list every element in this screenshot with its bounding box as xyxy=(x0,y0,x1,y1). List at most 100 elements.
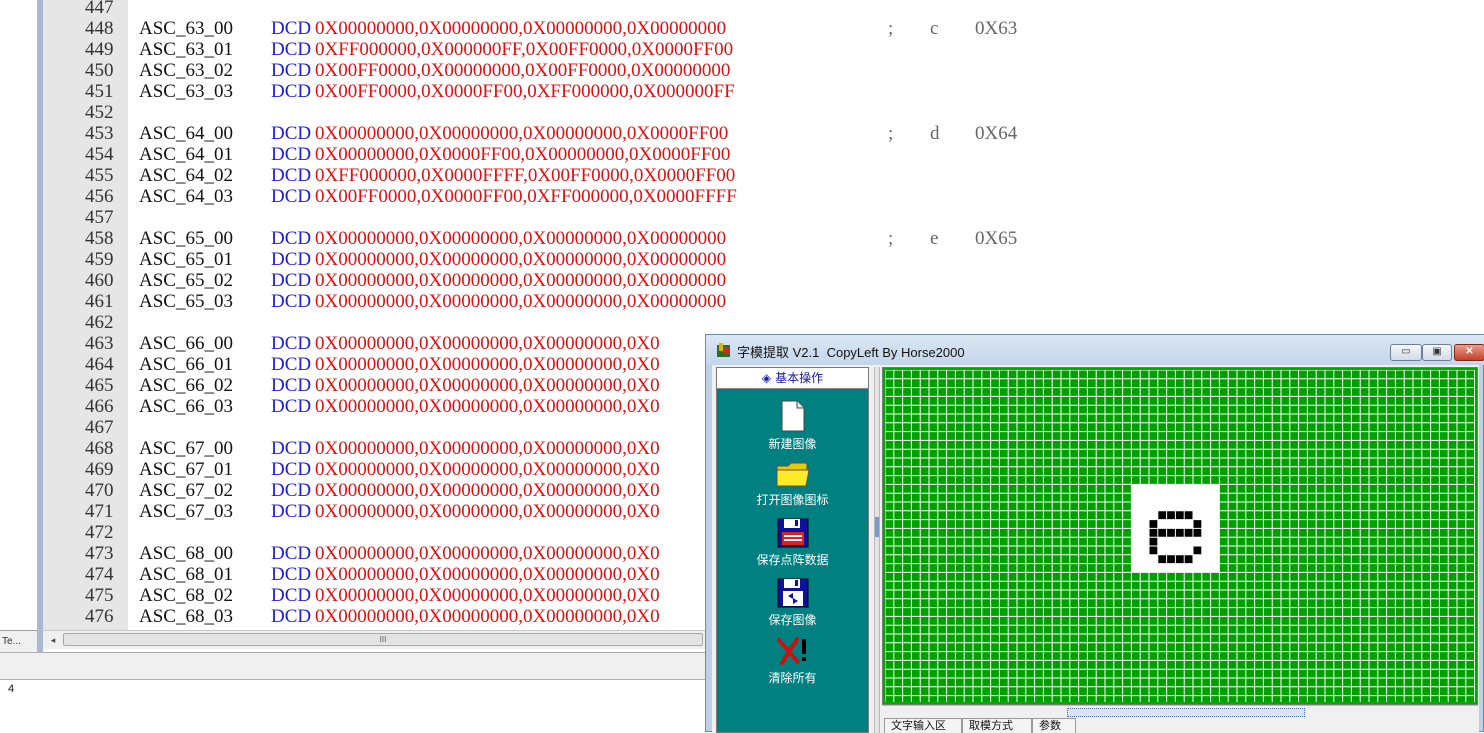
line-values: 0X00000000,0X00000000,0X00000000,0X0 xyxy=(315,585,660,606)
tab-text-input[interactable]: 文字输入区 xyxy=(884,718,962,733)
line-number: 456 xyxy=(85,186,114,207)
pixel-grid[interactable] xyxy=(885,370,1475,702)
line-keyword: DCD xyxy=(271,228,312,249)
line-number: 453 xyxy=(85,123,114,144)
close-button[interactable]: ✕ xyxy=(1454,344,1484,361)
bottom-tabs: 文字输入区 取模方式 参数 xyxy=(882,718,1478,733)
line-comment-hex: 0X63 xyxy=(975,18,1018,39)
line-keyword: DCD xyxy=(271,480,312,501)
line-label: ASC_63_03 xyxy=(139,81,233,102)
line-comment-mark: ; xyxy=(888,123,894,144)
glyph-pixel xyxy=(1193,528,1202,538)
line-number: 458 xyxy=(85,228,114,249)
line-values: 0XFF000000,0X0000FFFF,0X00FF0000,0X0000F… xyxy=(315,165,736,186)
line-keyword: DCD xyxy=(271,144,312,165)
new-image-button[interactable]: 新建图像 xyxy=(717,400,868,452)
canvas-scrollbar[interactable] xyxy=(882,705,1478,718)
line-number: 472 xyxy=(85,522,114,543)
title-bar[interactable]: 字模提取 V2.1 CopyLeft By Horse2000 ▭ ▣ ✕ xyxy=(706,335,1484,365)
line-comment-char: d xyxy=(930,123,940,144)
line-label: ASC_65_03 xyxy=(139,291,233,312)
clear-all-icon xyxy=(776,637,806,665)
canvas-scroll-thumb[interactable] xyxy=(1067,708,1305,717)
scroll-thumb[interactable]: III xyxy=(63,633,703,646)
line-label: ASC_64_00 xyxy=(139,123,233,144)
line-keyword: DCD xyxy=(271,18,312,39)
line-comment-mark: ; xyxy=(888,228,894,249)
line-number: 471 xyxy=(85,501,114,522)
glyph-pixel xyxy=(1157,554,1167,564)
line-keyword: DCD xyxy=(271,291,312,312)
line-keyword: DCD xyxy=(271,501,312,522)
glyph-pixel xyxy=(1149,537,1158,546)
splitter-handle[interactable] xyxy=(875,517,879,537)
line-values: 0X00FF0000,0X0000FF00,0XFF000000,0X0000F… xyxy=(315,186,737,207)
line-number: 464 xyxy=(85,354,114,375)
floppy-image-icon xyxy=(777,578,808,608)
line-values: 0X00000000,0X0000FF00,0X00000000,0X0000F… xyxy=(315,144,731,165)
line-number: 460 xyxy=(85,270,114,291)
line-label: ASC_65_02 xyxy=(139,270,233,291)
line-number: 459 xyxy=(85,249,114,270)
line-label: ASC_68_03 xyxy=(139,606,233,627)
app-logo-icon xyxy=(717,343,730,357)
glyph-pixel xyxy=(1193,519,1202,529)
glyph-pixel xyxy=(1184,510,1193,520)
line-label: ASC_67_00 xyxy=(139,438,233,459)
line-number: 449 xyxy=(85,39,114,60)
line-label: ASC_66_03 xyxy=(139,396,233,417)
panel-splitter[interactable] xyxy=(874,367,880,733)
save-dot-data-button[interactable]: 保存点阵数据 xyxy=(717,518,868,568)
save-image-button[interactable]: 保存图像 xyxy=(717,578,868,628)
line-keyword: DCD xyxy=(271,438,312,459)
line-values: 0X00FF0000,0X0000FF00,0XFF000000,0X00000… xyxy=(315,81,735,102)
line-label: ASC_66_01 xyxy=(139,354,233,375)
line-values: 0X00000000,0X00000000,0X00000000,0X0000F… xyxy=(315,123,729,144)
left-panel-tab[interactable]: Te... xyxy=(0,630,37,652)
glyph-pixel xyxy=(1149,519,1158,529)
line-keyword: DCD xyxy=(271,123,312,144)
line-number: 461 xyxy=(85,291,114,312)
line-values: 0X00000000,0X00000000,0X00000000,0X0 xyxy=(315,543,660,564)
line-comment-mark: ; xyxy=(888,18,894,39)
status-value: 4 xyxy=(8,683,15,695)
window-body: ◈ 基本操作 新建图像 打开图像图标 保存点阵数据 保存图像 清除所有 文字输入… xyxy=(712,365,1479,733)
scroll-left-arrow-icon[interactable]: ◂ xyxy=(47,633,59,647)
sidebar-header[interactable]: ◈ 基本操作 xyxy=(717,368,868,389)
horizontal-scrollbar[interactable]: ◂ III xyxy=(43,630,713,649)
line-number: 451 xyxy=(85,81,114,102)
line-number: 465 xyxy=(85,375,114,396)
glyph-pixel xyxy=(1149,528,1158,538)
line-comment-char: c xyxy=(930,18,939,39)
line-label: ASC_66_02 xyxy=(139,375,233,396)
line-number: 452 xyxy=(85,102,114,123)
open-image-label: 打开图像图标 xyxy=(756,493,829,507)
tab-params[interactable]: 参数 xyxy=(1032,718,1076,733)
line-keyword: DCD xyxy=(271,165,312,186)
line-label: ASC_68_01 xyxy=(139,564,233,585)
line-values: 0X00000000,0X00000000,0X00000000,0X0 xyxy=(315,396,660,417)
line-label: ASC_64_03 xyxy=(139,186,233,207)
line-values: 0X00000000,0X00000000,0X00000000,0X00000… xyxy=(315,249,727,270)
line-label: ASC_68_00 xyxy=(139,543,233,564)
glyph-pixel xyxy=(1184,554,1193,564)
line-keyword: DCD xyxy=(271,585,312,606)
line-keyword: DCD xyxy=(271,375,312,396)
line-label: ASC_66_00 xyxy=(139,333,233,354)
line-number: 447 xyxy=(85,0,114,18)
line-values: 0X00000000,0X00000000,0X00000000,0X0 xyxy=(315,501,660,522)
window-title: 字模提取 V2.1 CopyLeft By Horse2000 xyxy=(737,345,965,360)
line-keyword: DCD xyxy=(271,249,312,270)
clear-all-button[interactable]: 清除所有 xyxy=(717,636,868,686)
tab-modulo-mode[interactable]: 取模方式 xyxy=(962,718,1032,733)
minimize-button[interactable]: ▭ xyxy=(1390,344,1422,361)
dot-matrix-canvas[interactable] xyxy=(882,367,1478,705)
clear-all-label: 清除所有 xyxy=(768,671,817,685)
line-comment-hex: 0X65 xyxy=(975,228,1018,249)
maximize-button[interactable]: ▣ xyxy=(1422,344,1452,361)
open-image-button[interactable]: 打开图像图标 xyxy=(717,460,868,508)
sidebar-header-label: 基本操作 xyxy=(775,371,824,385)
line-keyword: DCD xyxy=(271,270,312,291)
line-label: ASC_65_01 xyxy=(139,249,233,270)
glyph-pixel xyxy=(1175,528,1185,538)
